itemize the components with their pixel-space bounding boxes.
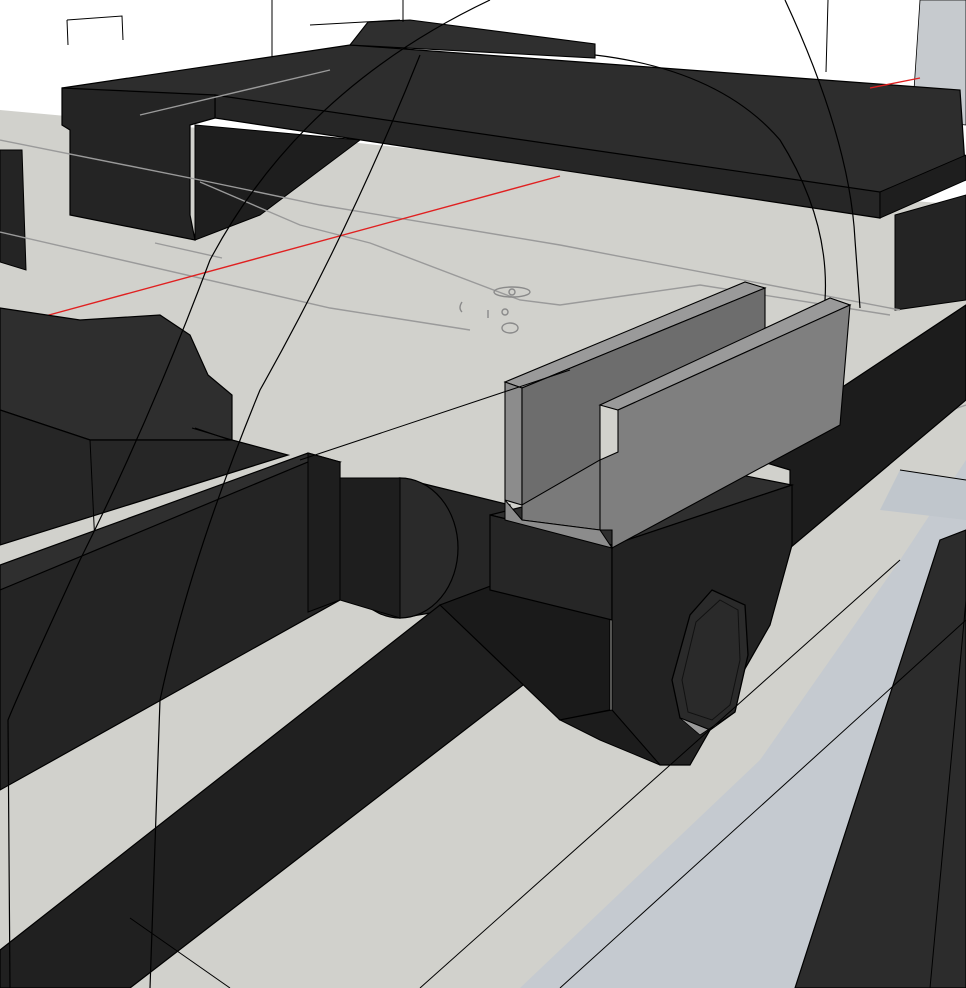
left-rail-side [307,452,341,613]
viewport-scene[interactable] [0,0,966,988]
right-back-block [894,194,966,311]
modeling-viewport[interactable] [0,0,966,988]
shaft-link [339,477,401,619]
left-edge-block [0,149,27,271]
bracket-left-wall-face [504,381,523,506]
